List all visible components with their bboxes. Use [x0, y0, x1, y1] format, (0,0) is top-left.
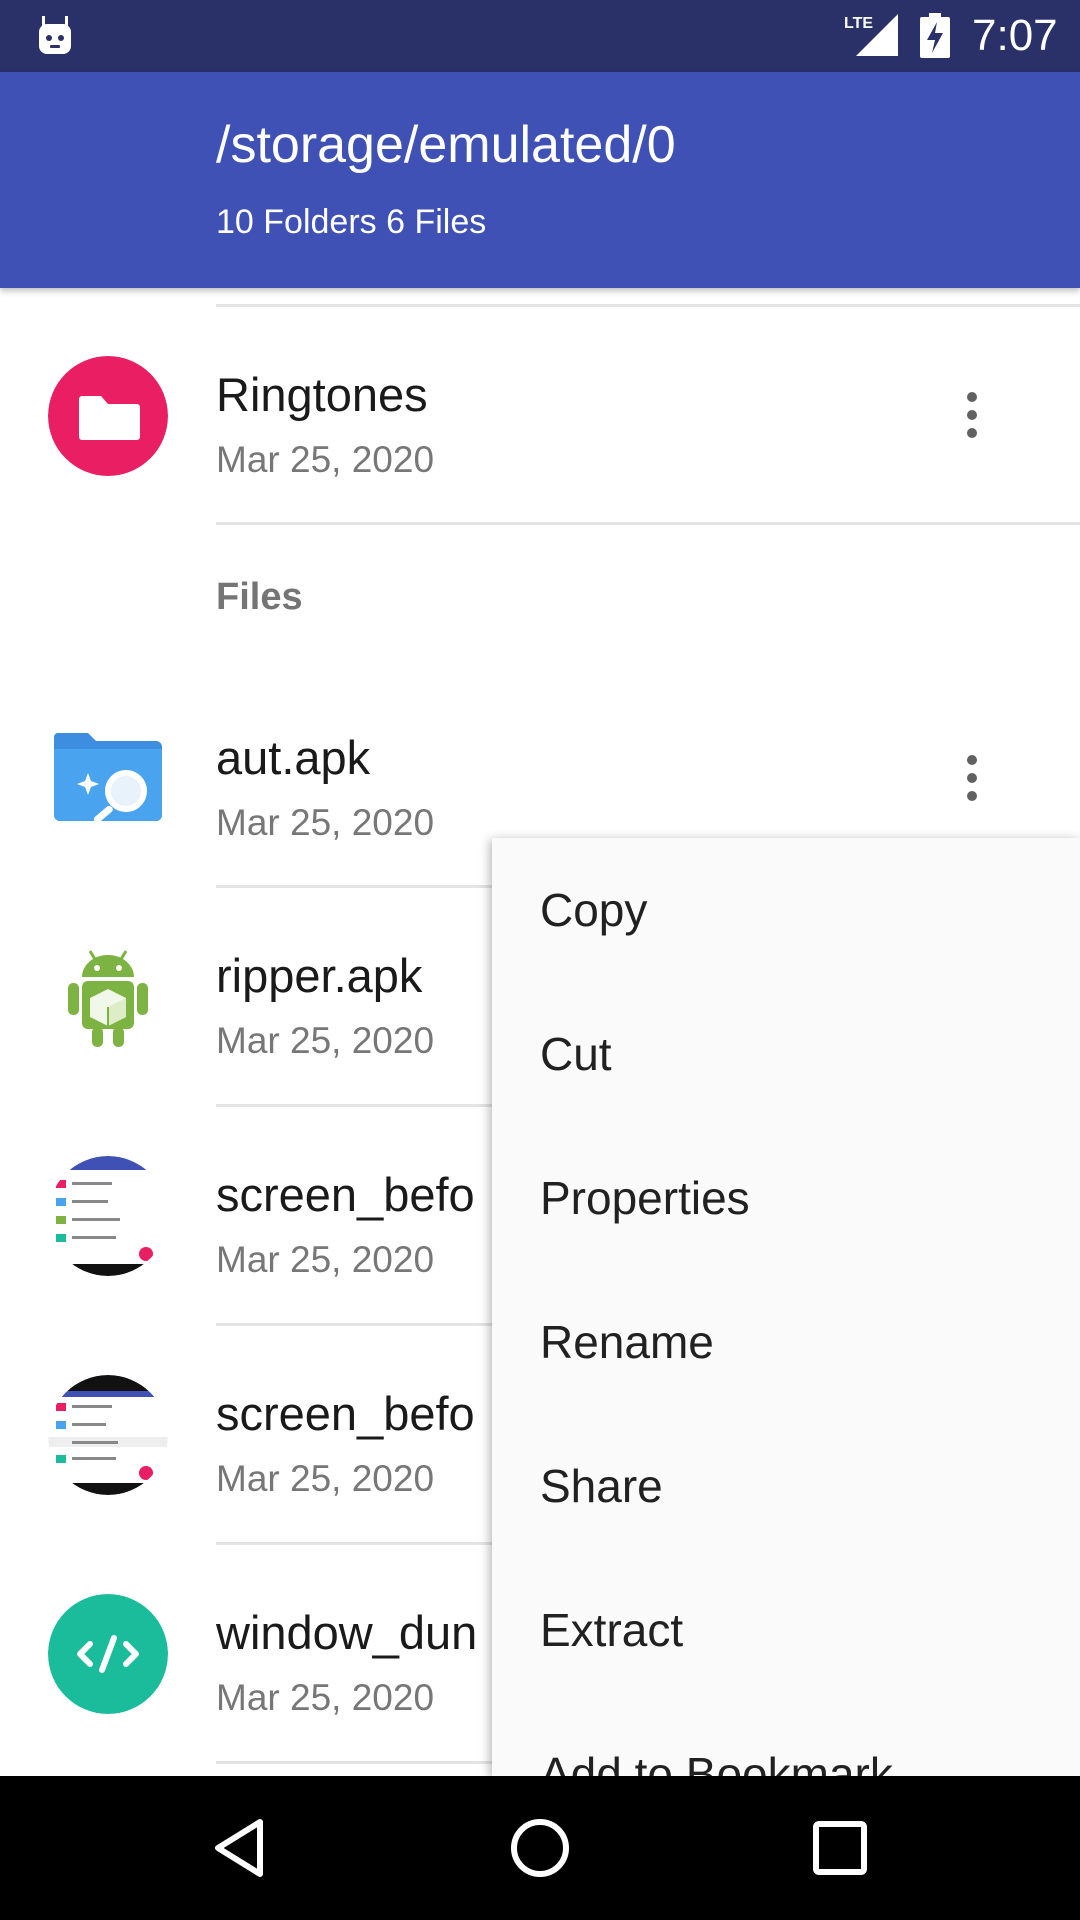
item-date: Mar 25, 2020 [216, 1677, 435, 1718]
menu-item-properties[interactable]: Properties [540, 1170, 750, 1226]
more-options-icon[interactable] [945, 751, 999, 805]
app-search-icon [54, 733, 162, 823]
item-name: screen_befo [216, 1387, 475, 1440]
folder-file-count: 10 Folders 6 Files [216, 203, 487, 241]
menu-item-extract[interactable]: Extract [540, 1602, 683, 1658]
status-bar: LTE 7:07 [0, 0, 1080, 72]
back-icon[interactable] [204, 1812, 276, 1884]
item-name: window_dun [216, 1606, 478, 1659]
item-name: ripper.apk [216, 949, 423, 1002]
item-name: screen_befo [216, 1168, 475, 1221]
more-options-icon[interactable] [945, 388, 999, 442]
item-date: Mar 25, 2020 [216, 1458, 435, 1499]
item-date: Mar 25, 2020 [216, 802, 435, 843]
list-item-ringtones[interactable]: Ringtones Mar 25, 2020 [0, 307, 1080, 525]
item-name: aut.apk [216, 731, 371, 784]
home-icon[interactable] [504, 1812, 576, 1884]
menu-item-cut[interactable]: Cut [540, 1026, 612, 1082]
menu-item-share[interactable]: Share [540, 1458, 663, 1514]
item-date: Mar 25, 2020 [216, 439, 435, 480]
code-file-icon [48, 1594, 168, 1714]
screenshot-thumbnail-icon [48, 1156, 168, 1276]
menu-item-copy[interactable]: Copy [540, 882, 647, 938]
context-menu: Copy Cut Properties Rename Share Extract… [492, 838, 1080, 1776]
app-bar: /storage/emulated/0 10 Folders 6 Files [0, 72, 1080, 288]
folder-icon [48, 356, 168, 476]
status-clock: 7:07 [972, 11, 1058, 60]
files-section-header: Files [216, 576, 303, 618]
item-name: Ringtones [216, 368, 428, 421]
navigation-bar [0, 1776, 1080, 1920]
current-path-title: /storage/emulated/0 [216, 116, 676, 174]
menu-item-rename[interactable]: Rename [540, 1314, 714, 1370]
recents-icon[interactable] [804, 1812, 876, 1884]
android-apk-icon [68, 950, 148, 1047]
screenshot-thumbnail-icon [48, 1375, 168, 1495]
android-bot-icon [39, 16, 71, 54]
item-date: Mar 25, 2020 [216, 1239, 435, 1280]
lte-signal-icon: LTE [844, 14, 898, 56]
battery-charging-icon [920, 13, 950, 58]
svg-text:LTE: LTE [844, 15, 873, 32]
menu-item-add-to-bookmark[interactable]: Add to Bookmark [540, 1746, 893, 1776]
list-divider [216, 522, 1080, 525]
item-date: Mar 25, 2020 [216, 1020, 435, 1061]
